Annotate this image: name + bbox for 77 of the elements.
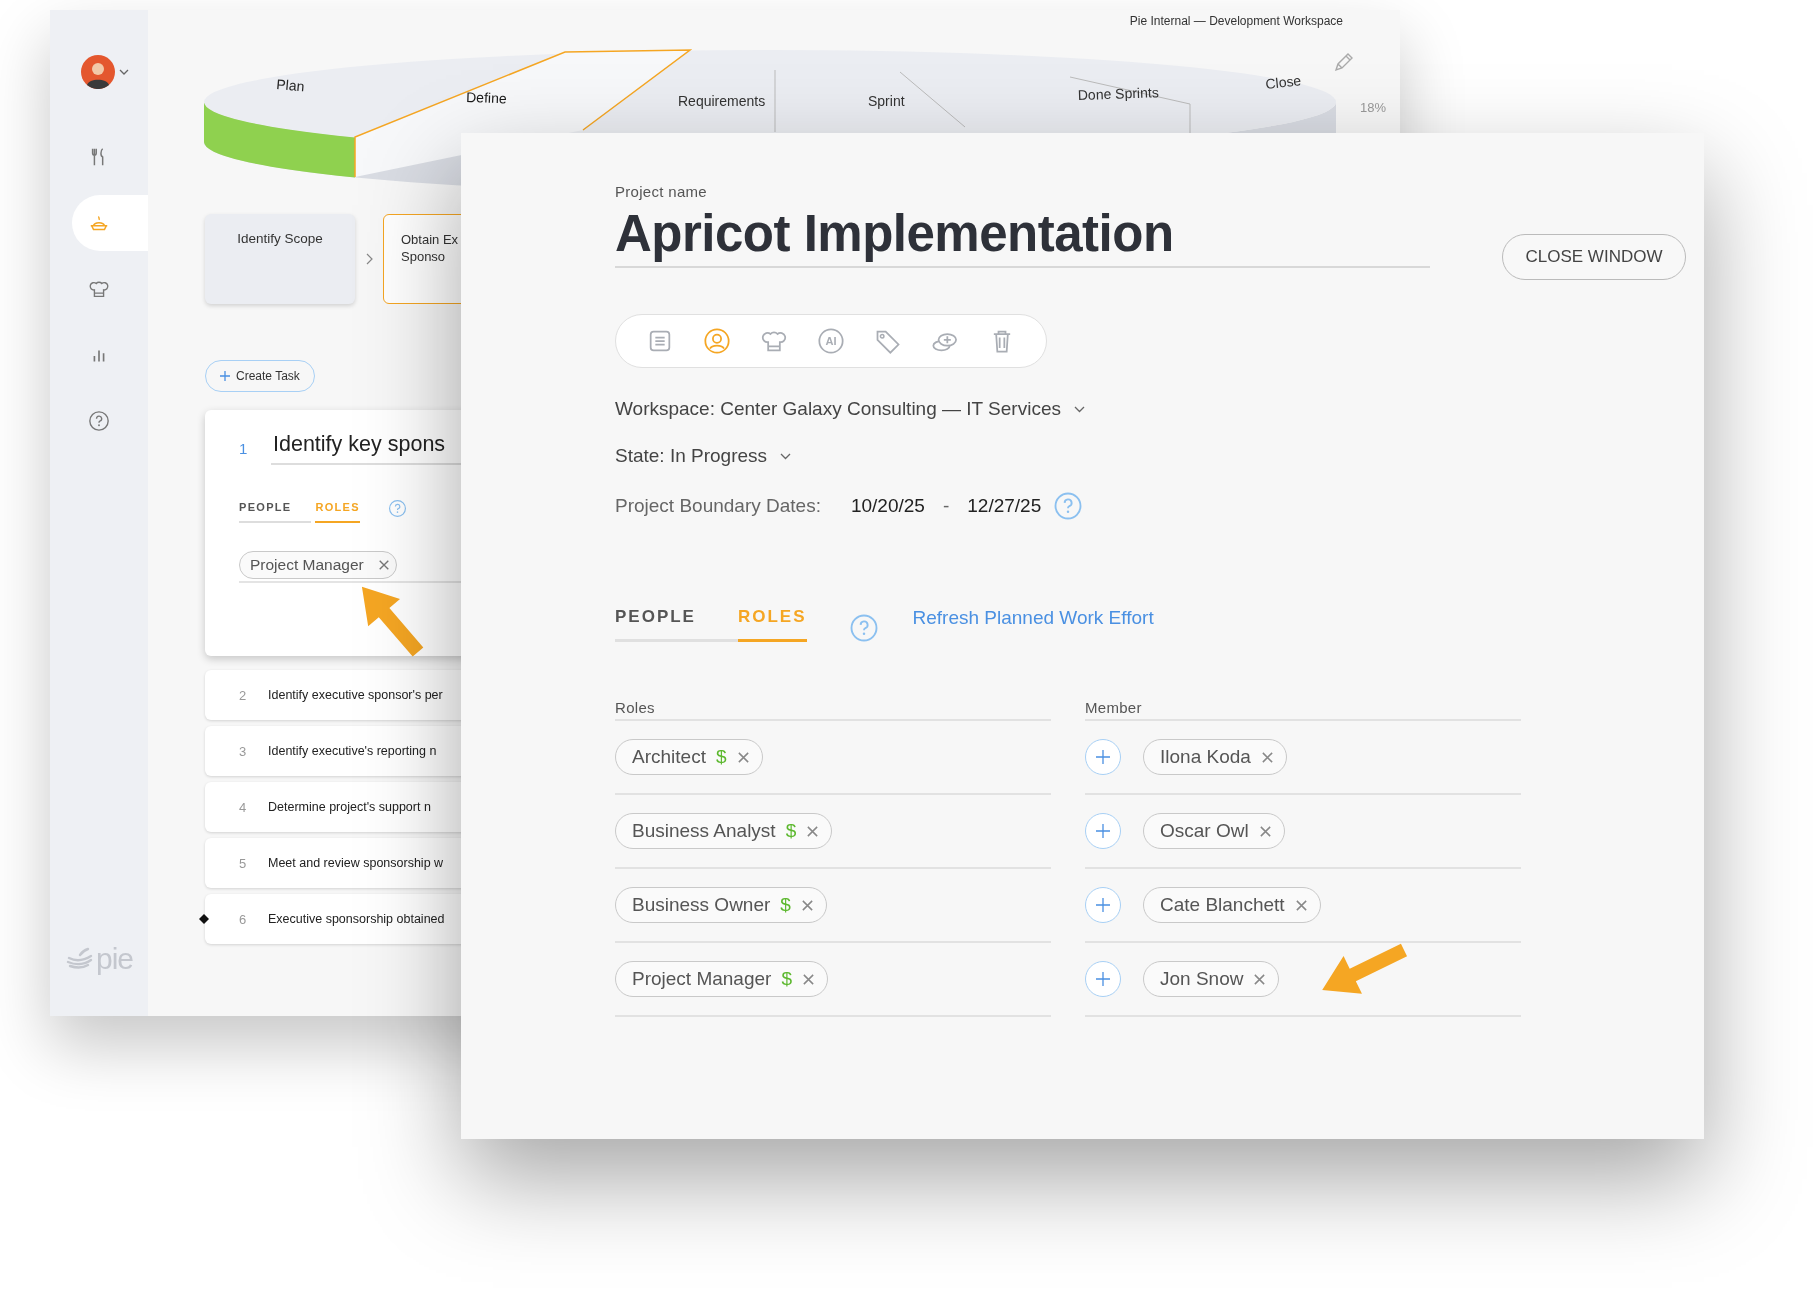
column-header: Member <box>1085 699 1521 721</box>
help-icon[interactable] <box>1053 491 1084 521</box>
workspace-title: Pie Internal — Development Workspace <box>1129 14 1343 28</box>
progress-percent: 18% <box>1360 100 1387 115</box>
stage-label: Obtain Ex <box>401 231 459 248</box>
column-header: Roles <box>615 699 1051 721</box>
add-member-button[interactable] <box>1085 887 1121 923</box>
task-title: Identify executive sponsor's per <box>268 688 443 702</box>
task-number: 3 <box>238 743 248 759</box>
dates-label: Project Boundary Dates: <box>615 495 821 517</box>
plus-icon <box>1095 971 1111 987</box>
chevron-right-icon <box>365 253 373 265</box>
role-name: Business Analyst <box>632 820 776 842</box>
member-name: Cate Blanchett <box>1160 894 1285 916</box>
task-title: Identify executive's reporting n <box>268 744 437 758</box>
stage-card[interactable]: Identify Scope <box>205 214 355 304</box>
close-icon[interactable] <box>1260 750 1274 764</box>
phase-label[interactable]: Requirements <box>678 93 766 109</box>
plus-icon <box>220 371 230 381</box>
task-number: 4 <box>238 799 248 815</box>
billing-mark: $ <box>780 894 791 916</box>
close-icon[interactable] <box>800 898 814 912</box>
close-icon[interactable] <box>802 972 815 986</box>
task-title: Determine project's support n <box>268 800 431 814</box>
help-icon[interactable] <box>848 613 879 643</box>
plus-icon <box>1095 749 1111 765</box>
add-member-button[interactable] <box>1085 961 1121 997</box>
tab[interactable]: PEOPLE <box>615 607 738 642</box>
end-date[interactable]: 12/27/25 <box>967 495 1042 517</box>
stage-label: Identify Scope <box>237 230 323 247</box>
member-name: Oscar Owl <box>1160 820 1249 842</box>
tab[interactable]: PEOPLE <box>239 501 312 523</box>
close-icon[interactable] <box>1258 824 1272 838</box>
phase-label[interactable]: Done Sprints <box>1077 84 1159 103</box>
close-window-button[interactable]: CLOSE WINDOW <box>1502 234 1686 280</box>
billing-mark: $ <box>785 820 797 842</box>
task-number: 1 <box>239 440 249 457</box>
phase-label[interactable]: Sprint <box>868 93 905 109</box>
chevron-down-icon[interactable] <box>119 67 129 77</box>
task-number: 5 <box>238 855 248 871</box>
phase-label[interactable]: Close <box>1264 72 1302 92</box>
role-name: Architect <box>632 746 706 768</box>
phase-label[interactable]: Define <box>465 89 507 107</box>
close-icon[interactable] <box>736 750 750 764</box>
task-number: 6 <box>238 911 248 927</box>
task-title: Executive sponsorship obtained <box>268 912 445 926</box>
close-icon[interactable] <box>377 559 390 571</box>
date-separator: - <box>942 495 950 517</box>
avatar[interactable] <box>81 55 115 89</box>
close-icon[interactable] <box>1294 898 1308 912</box>
help-icon[interactable] <box>387 498 407 518</box>
stage-label: Sponso <box>401 248 446 265</box>
pencil-icon[interactable] <box>1335 53 1353 71</box>
logo-icon <box>66 947 94 971</box>
task-number: 2 <box>238 687 248 703</box>
add-member-button[interactable] <box>1085 739 1121 775</box>
role-name: Project Manager <box>632 968 772 990</box>
close-icon[interactable] <box>806 824 820 838</box>
help-icon <box>88 410 110 432</box>
field-label: Project name <box>615 183 707 200</box>
billing-mark: $ <box>781 968 792 990</box>
phase-label[interactable]: Plan <box>275 76 306 95</box>
close-icon[interactable] <box>1253 972 1267 986</box>
add-member-button[interactable] <box>1085 813 1121 849</box>
member-name: Jon Snow <box>1160 968 1244 990</box>
billing-mark: $ <box>715 746 727 768</box>
plus-icon <box>1095 897 1111 913</box>
plus-icon <box>1095 823 1111 839</box>
project-name-field[interactable]: Apricot Implementation <box>615 200 1430 269</box>
role-chip: Project Manager <box>239 551 397 579</box>
role-name: Business Owner <box>632 894 771 916</box>
start-date[interactable]: 10/20/25 <box>850 495 925 517</box>
member-name: Ilona Koda <box>1160 746 1251 768</box>
person-icon[interactable] <box>703 327 731 355</box>
pointer-arrow <box>361 586 424 657</box>
nav-item[interactable] <box>72 195 148 251</box>
task-title: Meet and review sponsorship w <box>268 856 444 870</box>
